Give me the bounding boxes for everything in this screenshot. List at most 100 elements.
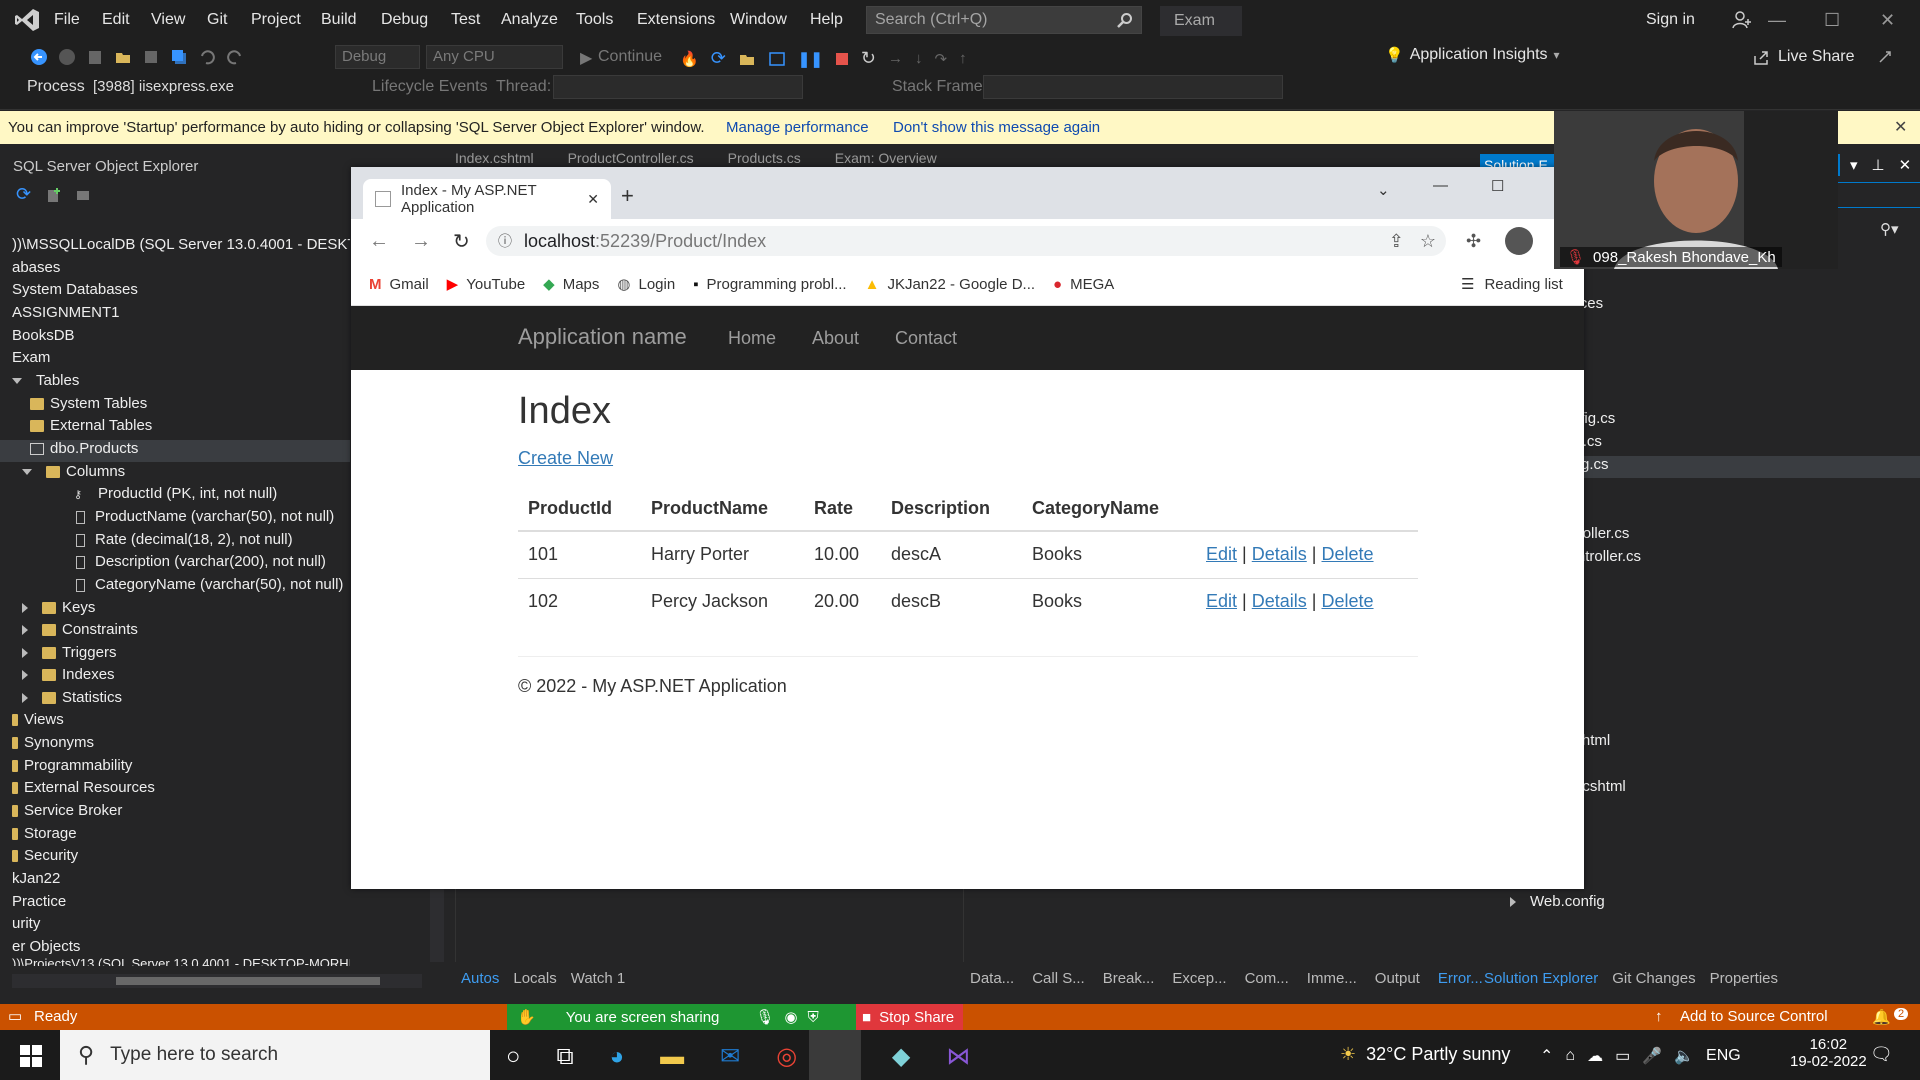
menu-project[interactable]: Project — [251, 11, 301, 29]
manage-performance-link[interactable]: Manage performance — [726, 119, 869, 136]
tree-programmability[interactable]: Programmability — [0, 757, 350, 779]
app-insights-group[interactable]: 💡 Application Insights ▾ — [1385, 46, 1560, 64]
hot-reload-icon[interactable]: 🔥 — [680, 50, 699, 68]
share-icon[interactable]: ⇪ — [1389, 231, 1404, 252]
step-over-icon[interactable]: → — [888, 50, 903, 67]
tree-security[interactable]: Security — [0, 847, 350, 869]
tree-synonyms[interactable]: Synonyms — [0, 734, 350, 756]
edit-link[interactable]: Edit — [1206, 591, 1237, 611]
nav-contact[interactable]: Contact — [895, 328, 957, 349]
tab-exception-settings[interactable]: Excep... — [1172, 970, 1226, 987]
bookmark-maps[interactable]: ◆ Maps — [543, 275, 599, 294]
infobar-close-icon[interactable]: ✕ — [1894, 117, 1907, 137]
profile-avatar[interactable] — [1505, 227, 1533, 255]
tree-column-categoryname[interactable]: CategoryName (varchar(50), not null) — [0, 576, 350, 598]
cortana-icon[interactable]: ○ — [506, 1043, 521, 1071]
menu-git[interactable]: Git — [207, 11, 227, 29]
tree-security-root[interactable]: urity — [0, 915, 350, 937]
cloud-icon[interactable]: ☁ — [1587, 1046, 1603, 1066]
tree-column-productname[interactable]: ProductName (varchar(50), not null) — [0, 508, 350, 530]
tree-views[interactable]: Views — [0, 711, 350, 733]
weather-widget[interactable]: ☀ 32°C Partly sunny — [1340, 1044, 1510, 1065]
bookmark-login[interactable]: ◍ Login — [617, 275, 675, 294]
browser-maximize-icon[interactable]: ☐ — [1491, 177, 1504, 195]
task-view-icon[interactable]: ⧉ — [557, 1043, 574, 1071]
play-icon[interactable]: ▶ — [580, 48, 592, 68]
solution-search-box[interactable] — [1832, 182, 1920, 208]
redo-icon[interactable] — [226, 48, 244, 66]
site-brand[interactable]: Application name — [518, 324, 687, 350]
save-all-icon[interactable] — [170, 48, 188, 66]
step-out-icon[interactable]: ↑ — [959, 50, 967, 67]
mail-icon[interactable]: ✉ — [720, 1042, 740, 1071]
tree-dbo-products[interactable]: dbo.Products — [0, 440, 350, 462]
tree-tables[interactable]: Tables — [0, 372, 350, 394]
tree-columns[interactable]: Columns — [0, 463, 350, 485]
nav-about[interactable]: About — [812, 328, 859, 349]
minimize-icon[interactable]: — — [1768, 10, 1786, 31]
details-link[interactable]: Details — [1252, 544, 1307, 564]
pause-icon[interactable]: ❚❚ — [798, 50, 823, 68]
tab-properties[interactable]: Properties — [1710, 970, 1778, 987]
add-server-icon[interactable] — [45, 187, 61, 203]
bookmark-programming[interactable]: ▪ Programming probl... — [693, 276, 846, 293]
process-dropdown[interactable]: [3988] iisexpress.exe — [86, 75, 336, 99]
tab-autos[interactable]: Autos — [461, 970, 499, 987]
vertical-scrollbar[interactable] — [430, 880, 444, 962]
undo-icon[interactable] — [198, 48, 216, 66]
solution-tree-item[interactable]: Web.config — [1480, 893, 1920, 915]
create-new-link[interactable]: Create New — [518, 448, 613, 469]
menu-debug[interactable]: Debug — [381, 11, 428, 29]
tab-breakpoints[interactable]: Break... — [1103, 970, 1155, 987]
chrome-icon[interactable]: ◎ — [776, 1042, 797, 1071]
forward-arrow-icon[interactable] — [58, 48, 76, 66]
back-icon[interactable]: ← — [369, 230, 389, 253]
restart-icon[interactable]: ↻ — [861, 48, 876, 69]
menu-view[interactable]: View — [151, 11, 185, 29]
delete-link[interactable]: Delete — [1322, 544, 1374, 564]
doc-tab-products-cs[interactable]: Products.cs — [728, 150, 801, 166]
stop-icon[interactable] — [835, 52, 849, 66]
stack-frame-dropdown[interactable] — [983, 75, 1283, 99]
visual-studio-icon[interactable]: ⋈ — [946, 1042, 970, 1071]
tree-triggers[interactable]: Triggers — [0, 644, 350, 666]
tree-column-productid[interactable]: ⚷ ProductId (PK, int, not null) — [0, 485, 350, 507]
bookmark-youtube[interactable]: ▶ YouTube — [447, 275, 526, 294]
address-bar[interactable]: ⓘ localhost :52239/Product/Index ⇪ ☆ — [486, 226, 1446, 256]
close-icon[interactable]: ✕ — [1880, 10, 1895, 31]
volume-icon[interactable]: 🔈 — [1674, 1046, 1694, 1066]
tree-db-practice[interactable]: Practice — [0, 893, 350, 915]
step-into-icon[interactable]: ↓ — [915, 50, 923, 67]
menu-file[interactable]: File — [54, 11, 80, 29]
tree-column-rate[interactable]: Rate (decimal(18, 2), not null) — [0, 531, 350, 553]
windows-start-icon[interactable] — [20, 1045, 42, 1067]
browser-tab-active[interactable]: Index - My ASP.NET Application ✕ — [363, 179, 611, 219]
tree-service-broker[interactable]: Service Broker — [0, 802, 350, 824]
tree-external-resources[interactable]: External Resources — [0, 779, 350, 801]
tab-command-window[interactable]: Com... — [1245, 970, 1289, 987]
add-to-source-control[interactable]: Add to Source Control — [1680, 1008, 1828, 1025]
dropdown-icon[interactable]: ▾ — [1850, 156, 1858, 174]
taskbar-search-box[interactable]: ⚲ Type here to search — [60, 1030, 490, 1080]
screenshot-icon[interactable] — [768, 50, 786, 68]
menu-help[interactable]: Help — [810, 11, 843, 29]
tree-external-tables[interactable]: External Tables — [0, 417, 350, 439]
forward-icon[interactable]: → — [411, 230, 431, 253]
tree-constraints[interactable]: Constraints — [0, 621, 350, 643]
tree-databases[interactable]: abases — [0, 259, 350, 281]
tree-indexes[interactable]: Indexes — [0, 666, 350, 688]
tree-db-jkjan22[interactable]: kJan22 — [0, 870, 350, 892]
platform-dropdown[interactable]: Any CPU — [426, 45, 563, 69]
close-icon[interactable]: ✕ — [1899, 156, 1912, 174]
maximize-icon[interactable]: ☐ — [1824, 10, 1840, 31]
menu-edit[interactable]: Edit — [102, 11, 130, 29]
pin-icon[interactable]: ⊥ — [1872, 156, 1885, 174]
edge-icon[interactable]: ◕ — [610, 1043, 625, 1071]
tree-db-exam[interactable]: Exam — [0, 349, 350, 371]
chevron-up-icon[interactable]: ⌃ — [1540, 1046, 1553, 1066]
browse-folder-icon[interactable] — [738, 50, 756, 68]
horizontal-scrollbar[interactable] — [12, 974, 422, 988]
tab-locals[interactable]: Locals — [513, 970, 556, 987]
language-indicator[interactable]: ENG — [1706, 1047, 1741, 1065]
browser-minimize-icon[interactable]: — — [1433, 177, 1448, 194]
